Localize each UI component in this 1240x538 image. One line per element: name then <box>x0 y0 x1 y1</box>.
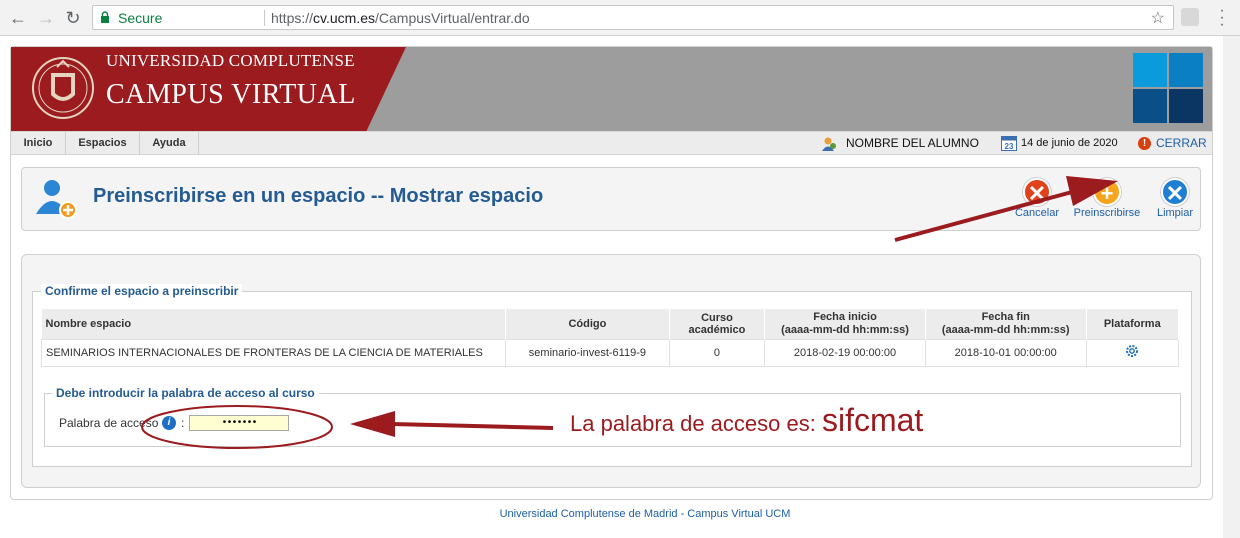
cell-name: SEMINARIOS INTERNACIONALES DE FRONTERAS … <box>40 338 507 367</box>
col-year: Curso académico <box>669 309 766 339</box>
clear-label: Limpiar <box>1156 207 1194 219</box>
cancel-label: Cancelar <box>1014 207 1060 219</box>
nav-item-ayuda[interactable]: Ayuda <box>140 132 199 155</box>
browser-menu-icon[interactable]: · · · <box>1216 3 1228 33</box>
page-title: Preinscribirse en un espacio -- Mostrar … <box>93 185 544 207</box>
confirm-legend: Confirme el espacio a preinscribir <box>41 284 243 298</box>
bookmark-star-icon[interactable]: ☆ <box>1151 8 1165 28</box>
clear-button[interactable]: ✕ Limpiar <box>1153 178 1197 219</box>
spaces-table: Nombre espacio Código Curso académico Fe… <box>40 309 1180 367</box>
nav-item-inicio[interactable]: Inicio <box>11 132 66 155</box>
preinscribe-button[interactable]: + Preinscribirse <box>1072 178 1142 219</box>
current-date: 14 de junio de 2020 <box>1021 137 1118 149</box>
browser-toolbar: ← → ↻ Secure https://cv.ucm.es/CampusVir… <box>0 0 1240 36</box>
col-end: Fecha fin (aaaa-mm-dd hh:mm:ss) <box>925 309 1087 339</box>
campus-name: CAMPUS VIRTUAL <box>106 79 356 110</box>
preinscribe-label: Preinscribirse <box>1073 207 1141 219</box>
reload-icon[interactable]: ↻ <box>63 8 83 28</box>
cell-platform <box>1085 338 1180 367</box>
ucm-seal-icon <box>32 57 94 119</box>
url-text: https://cv.ucm.es/CampusVirtual/entrar.d… <box>271 10 530 26</box>
top-navbar: Inicio Espacios Ayuda NOMBRE DEL ALUMNO … <box>11 131 1212 155</box>
nav-item-espacios[interactable]: Espacios <box>66 132 140 155</box>
clear-icon: ✕ <box>1161 178 1189 206</box>
cell-end: 2018-10-01 00:00:00 <box>924 338 1087 367</box>
user-name: NOMBRE DEL ALUMNO <box>846 136 979 150</box>
svg-text:23: 23 <box>1005 142 1014 151</box>
address-bar[interactable]: Secure https://cv.ucm.es/CampusVirtual/e… <box>92 5 1174 30</box>
password-colon: : <box>181 416 185 430</box>
ucm-tiles-logo <box>1133 53 1203 123</box>
lock-icon <box>101 11 109 23</box>
table-row: SEMINARIOS INTERNACIONALES DE FRONTERAS … <box>40 338 1180 367</box>
logout-icon[interactable]: ! <box>1138 137 1151 150</box>
url-separator <box>264 10 265 26</box>
password-input[interactable] <box>189 415 289 431</box>
university-name: UNIVERSIDAD COMPLUTENSE <box>106 51 355 70</box>
footer-text[interactable]: Universidad Complutense de Madrid - Camp… <box>0 508 1240 520</box>
info-icon[interactable]: i <box>162 416 176 430</box>
col-code: Código <box>505 309 670 339</box>
cancel-icon: ✕ <box>1023 178 1051 206</box>
password-hint: La palabra de acceso es: sifcmat <box>570 402 924 438</box>
table-header-row: Nombre espacio Código Curso académico Fe… <box>41 309 1180 339</box>
scrollbar[interactable] <box>1223 36 1240 538</box>
extension-icon[interactable] <box>1181 8 1199 26</box>
cell-start: 2018-02-19 00:00:00 <box>764 338 926 367</box>
add-user-icon <box>36 180 77 219</box>
cell-code: seminario-invest-6119-9 <box>505 338 670 367</box>
calendar-icon: 23 <box>1001 136 1017 151</box>
cancel-button[interactable]: ✕ Cancelar <box>1006 178 1068 219</box>
title-panel: Preinscribirse en un espacio -- Mostrar … <box>21 167 1201 231</box>
user-icon <box>822 137 836 151</box>
cell-year: 0 <box>668 338 766 367</box>
back-arrow-icon[interactable]: ← <box>8 8 28 28</box>
forward-arrow-icon[interactable]: → <box>36 8 56 28</box>
access-legend: Debe introducir la palabra de acceso al … <box>52 386 319 400</box>
secure-label: Secure <box>118 10 163 26</box>
col-name: Nombre espacio <box>41 309 507 339</box>
header-banner: UNIVERSIDAD COMPLUTENSE CAMPUS VIRTUAL <box>11 47 1212 131</box>
add-icon: + <box>1093 178 1121 206</box>
logout-link[interactable]: CERRAR <box>1156 132 1207 155</box>
col-platform: Plataforma <box>1086 309 1180 339</box>
password-label: Palabra de acceso <box>59 416 159 430</box>
col-start: Fecha inicio (aaaa-mm-dd hh:mm:ss) <box>764 309 926 339</box>
platform-gear-icon[interactable] <box>1124 343 1140 359</box>
